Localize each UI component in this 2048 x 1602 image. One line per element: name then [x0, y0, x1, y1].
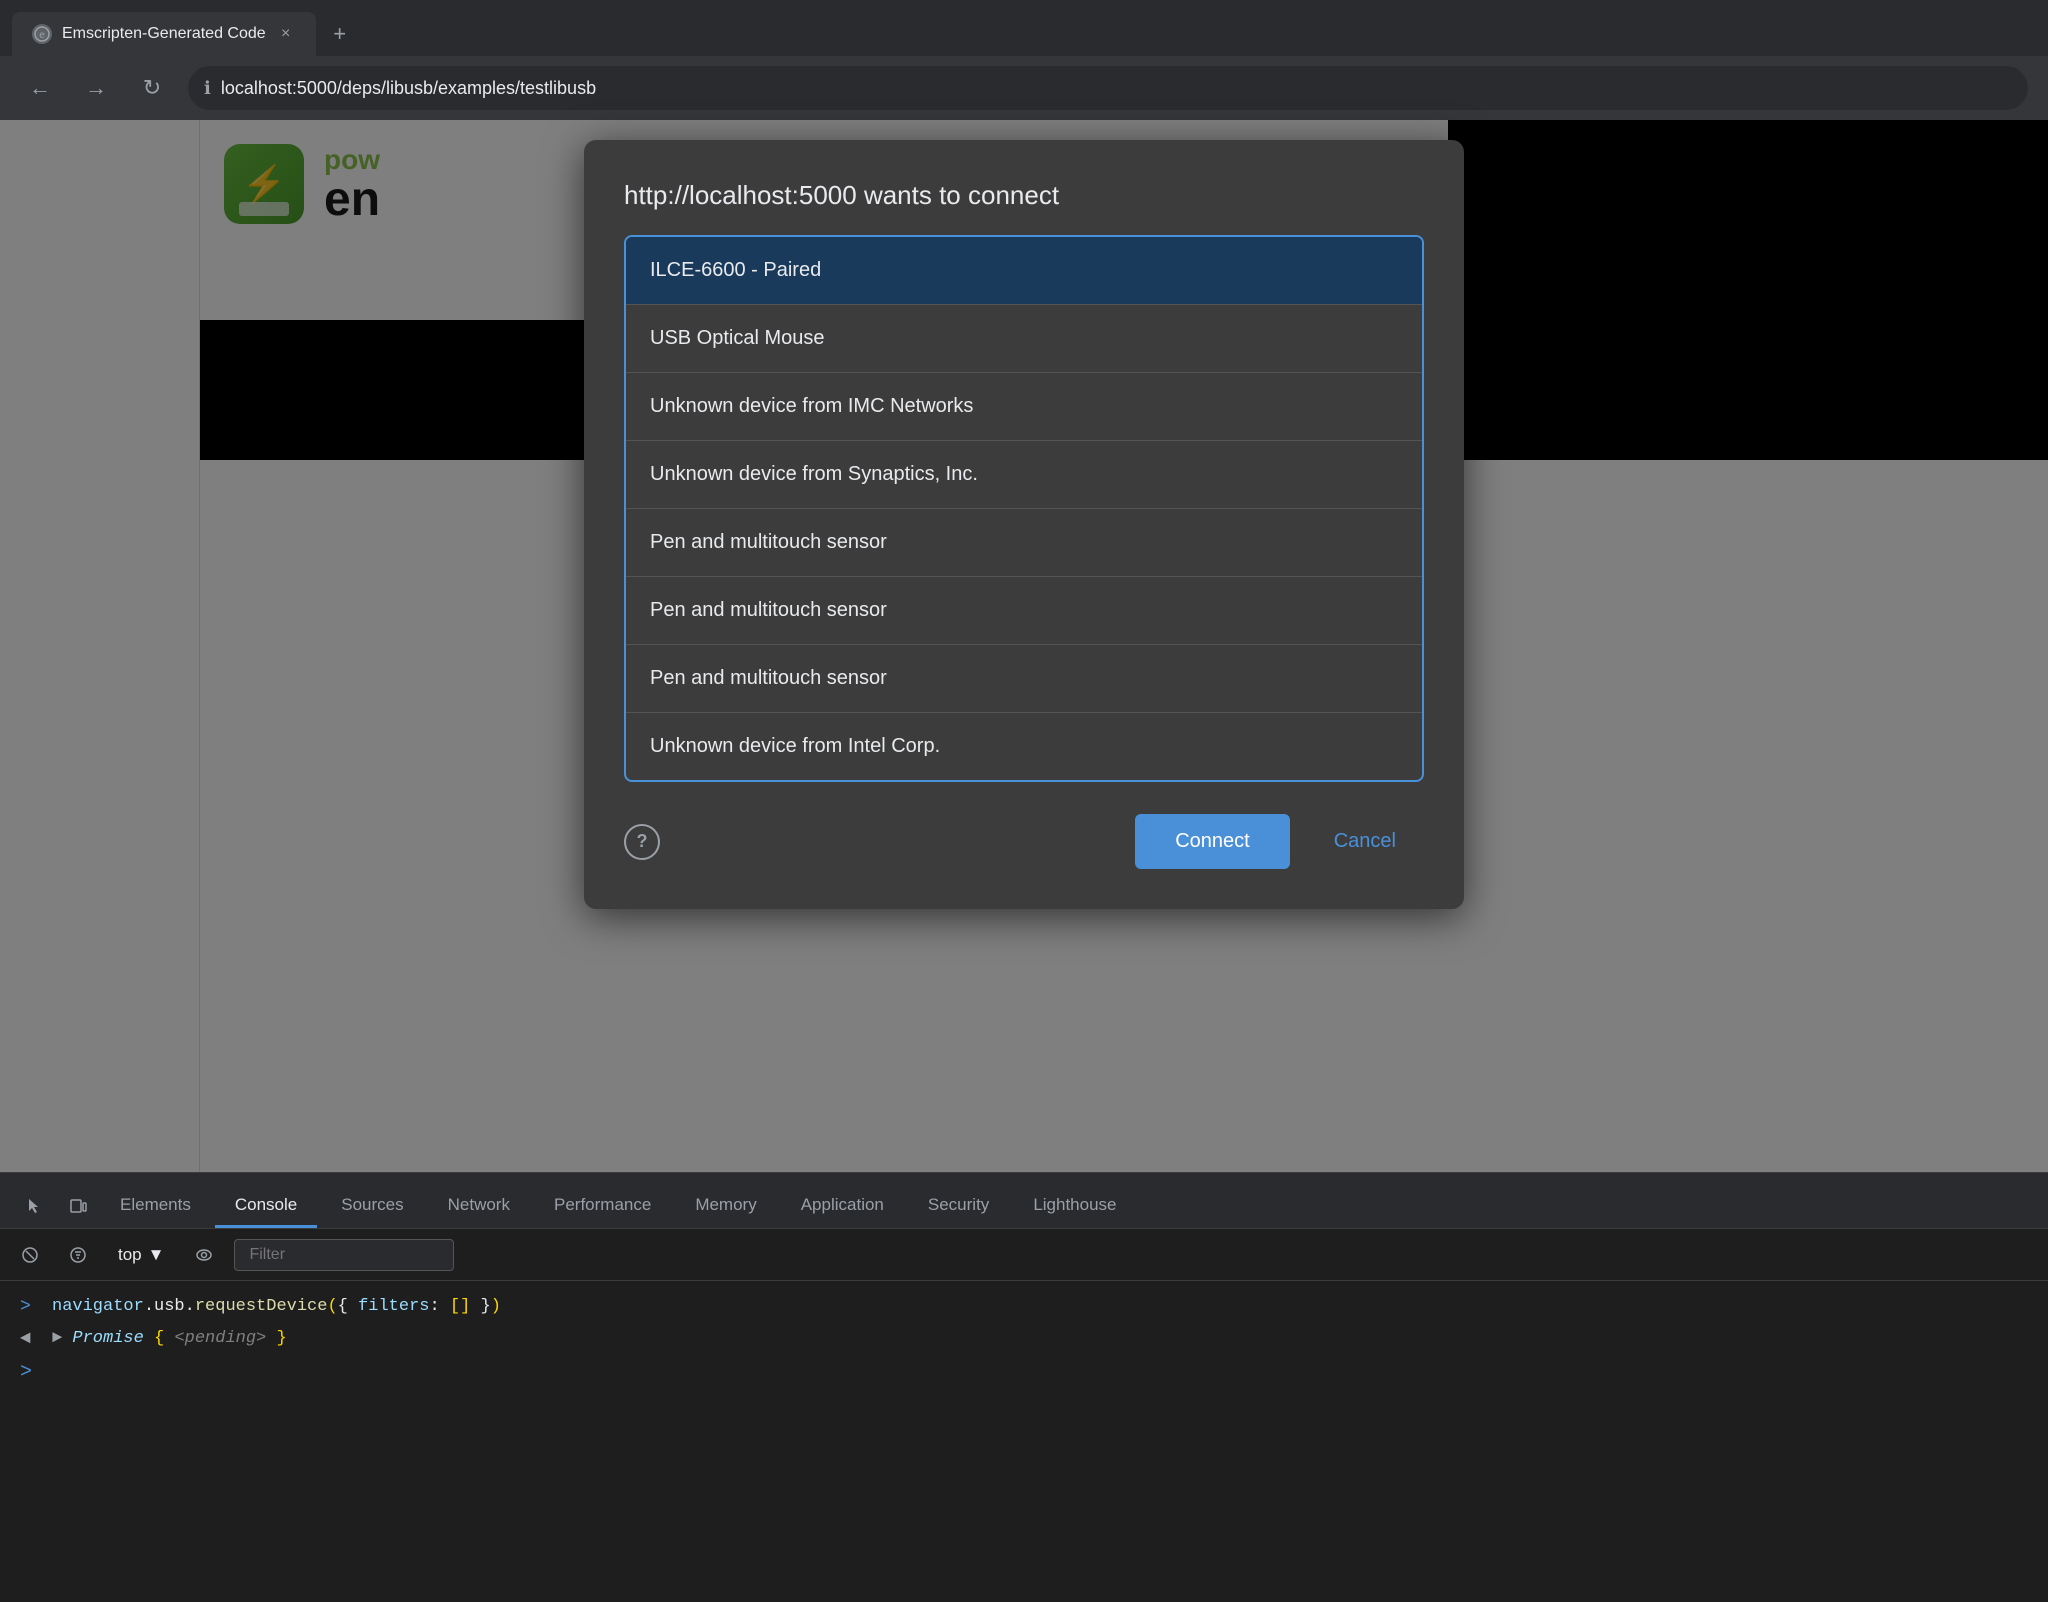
- new-tab-button[interactable]: +: [320, 12, 360, 56]
- connect-button[interactable]: Connect: [1135, 814, 1290, 869]
- url-text: localhost:5000/deps/libusb/examples/test…: [221, 78, 596, 99]
- console-toolbar: top ▼: [0, 1229, 2048, 1281]
- devtools-tab-performance[interactable]: Performance: [534, 1185, 671, 1228]
- console-input-line: > navigator.usb.requestDevice({ filters:…: [20, 1297, 2028, 1317]
- devtools-tab-sources[interactable]: Sources: [321, 1185, 423, 1228]
- nav-bar: ← → ↻ ℹ localhost:5000/deps/libusb/examp…: [0, 56, 2048, 120]
- tab-bar: e Emscripten-Generated Code × +: [0, 0, 2048, 56]
- devtools-cursor-icon[interactable]: [12, 1184, 56, 1228]
- active-tab[interactable]: e Emscripten-Generated Code ×: [12, 12, 316, 56]
- devtools-tab-application[interactable]: Application: [781, 1185, 904, 1228]
- dialog-buttons: Connect Cancel: [1135, 814, 1424, 869]
- device-item-7[interactable]: Unknown device from Intel Corp.: [626, 713, 1422, 780]
- execution-context-dropdown[interactable]: top ▼: [108, 1241, 174, 1269]
- forward-button[interactable]: →: [76, 68, 116, 108]
- svg-text:e: e: [39, 30, 45, 41]
- dialog-overlay: http://localhost:5000 wants to connect I…: [0, 120, 2048, 1172]
- device-item-6[interactable]: Pen and multitouch sensor: [626, 645, 1422, 713]
- device-item-1[interactable]: USB Optical Mouse: [626, 305, 1422, 373]
- console-prompt: >: [20, 1361, 2028, 1384]
- info-icon: ℹ: [204, 78, 211, 99]
- help-button[interactable]: ?: [624, 824, 660, 860]
- device-item-3[interactable]: Unknown device from Synaptics, Inc.: [626, 441, 1422, 509]
- address-bar[interactable]: ℹ localhost:5000/deps/libusb/examples/te…: [188, 66, 2028, 110]
- dialog-title: http://localhost:5000 wants to connect: [624, 180, 1424, 211]
- console-input-text: navigator.usb.requestDevice({ filters: […: [52, 1297, 501, 1316]
- tab-close-button[interactable]: ×: [276, 24, 296, 44]
- console-output-line: ◄ ► Promise { <pending> }: [20, 1329, 2028, 1349]
- devtools-panel: Elements Console Sources Network Perform…: [0, 1172, 2048, 1602]
- usb-connect-dialog: http://localhost:5000 wants to connect I…: [584, 140, 1464, 909]
- reload-button[interactable]: ↻: [132, 68, 172, 108]
- eye-icon[interactable]: [186, 1237, 222, 1273]
- devtools-tab-network[interactable]: Network: [428, 1185, 530, 1228]
- devtools-device-icon[interactable]: [56, 1184, 100, 1228]
- device-item-0[interactable]: ILCE-6600 - Paired: [626, 237, 1422, 305]
- devtools-tab-memory[interactable]: Memory: [675, 1185, 776, 1228]
- console-output-arrow: ◄: [20, 1329, 40, 1349]
- console-filter-input[interactable]: [234, 1239, 454, 1271]
- tab-title: Emscripten-Generated Code: [62, 25, 266, 43]
- devtools-tab-lighthouse[interactable]: Lighthouse: [1013, 1185, 1136, 1228]
- device-item-5[interactable]: Pen and multitouch sensor: [626, 577, 1422, 645]
- dropdown-arrow-icon: ▼: [148, 1245, 165, 1265]
- console-output-text: ► Promise { <pending> }: [52, 1329, 287, 1348]
- tab-favicon: e: [32, 24, 52, 44]
- devtools-tab-security[interactable]: Security: [908, 1185, 1009, 1228]
- cancel-button[interactable]: Cancel: [1306, 814, 1424, 869]
- device-item-4[interactable]: Pen and multitouch sensor: [626, 509, 1422, 577]
- devtools-tab-elements[interactable]: Elements: [100, 1185, 211, 1228]
- console-input-arrow: >: [20, 1297, 40, 1317]
- browser-chrome: e Emscripten-Generated Code × + ← → ↻ ℹ …: [0, 0, 2048, 120]
- filter-toggle-button[interactable]: [60, 1237, 96, 1273]
- console-output: > navigator.usb.requestDevice({ filters:…: [0, 1281, 2048, 1400]
- device-item-2[interactable]: Unknown device from IMC Networks: [626, 373, 1422, 441]
- clear-console-button[interactable]: [12, 1237, 48, 1273]
- device-list: ILCE-6600 - PairedUSB Optical MouseUnkno…: [624, 235, 1424, 782]
- devtools-tab-console[interactable]: Console: [215, 1185, 317, 1228]
- dialog-footer: ? Connect Cancel: [624, 814, 1424, 869]
- devtools-tabbar: Elements Console Sources Network Perform…: [0, 1173, 2048, 1229]
- console-cursor-icon: >: [20, 1361, 32, 1384]
- back-button[interactable]: ←: [20, 68, 60, 108]
